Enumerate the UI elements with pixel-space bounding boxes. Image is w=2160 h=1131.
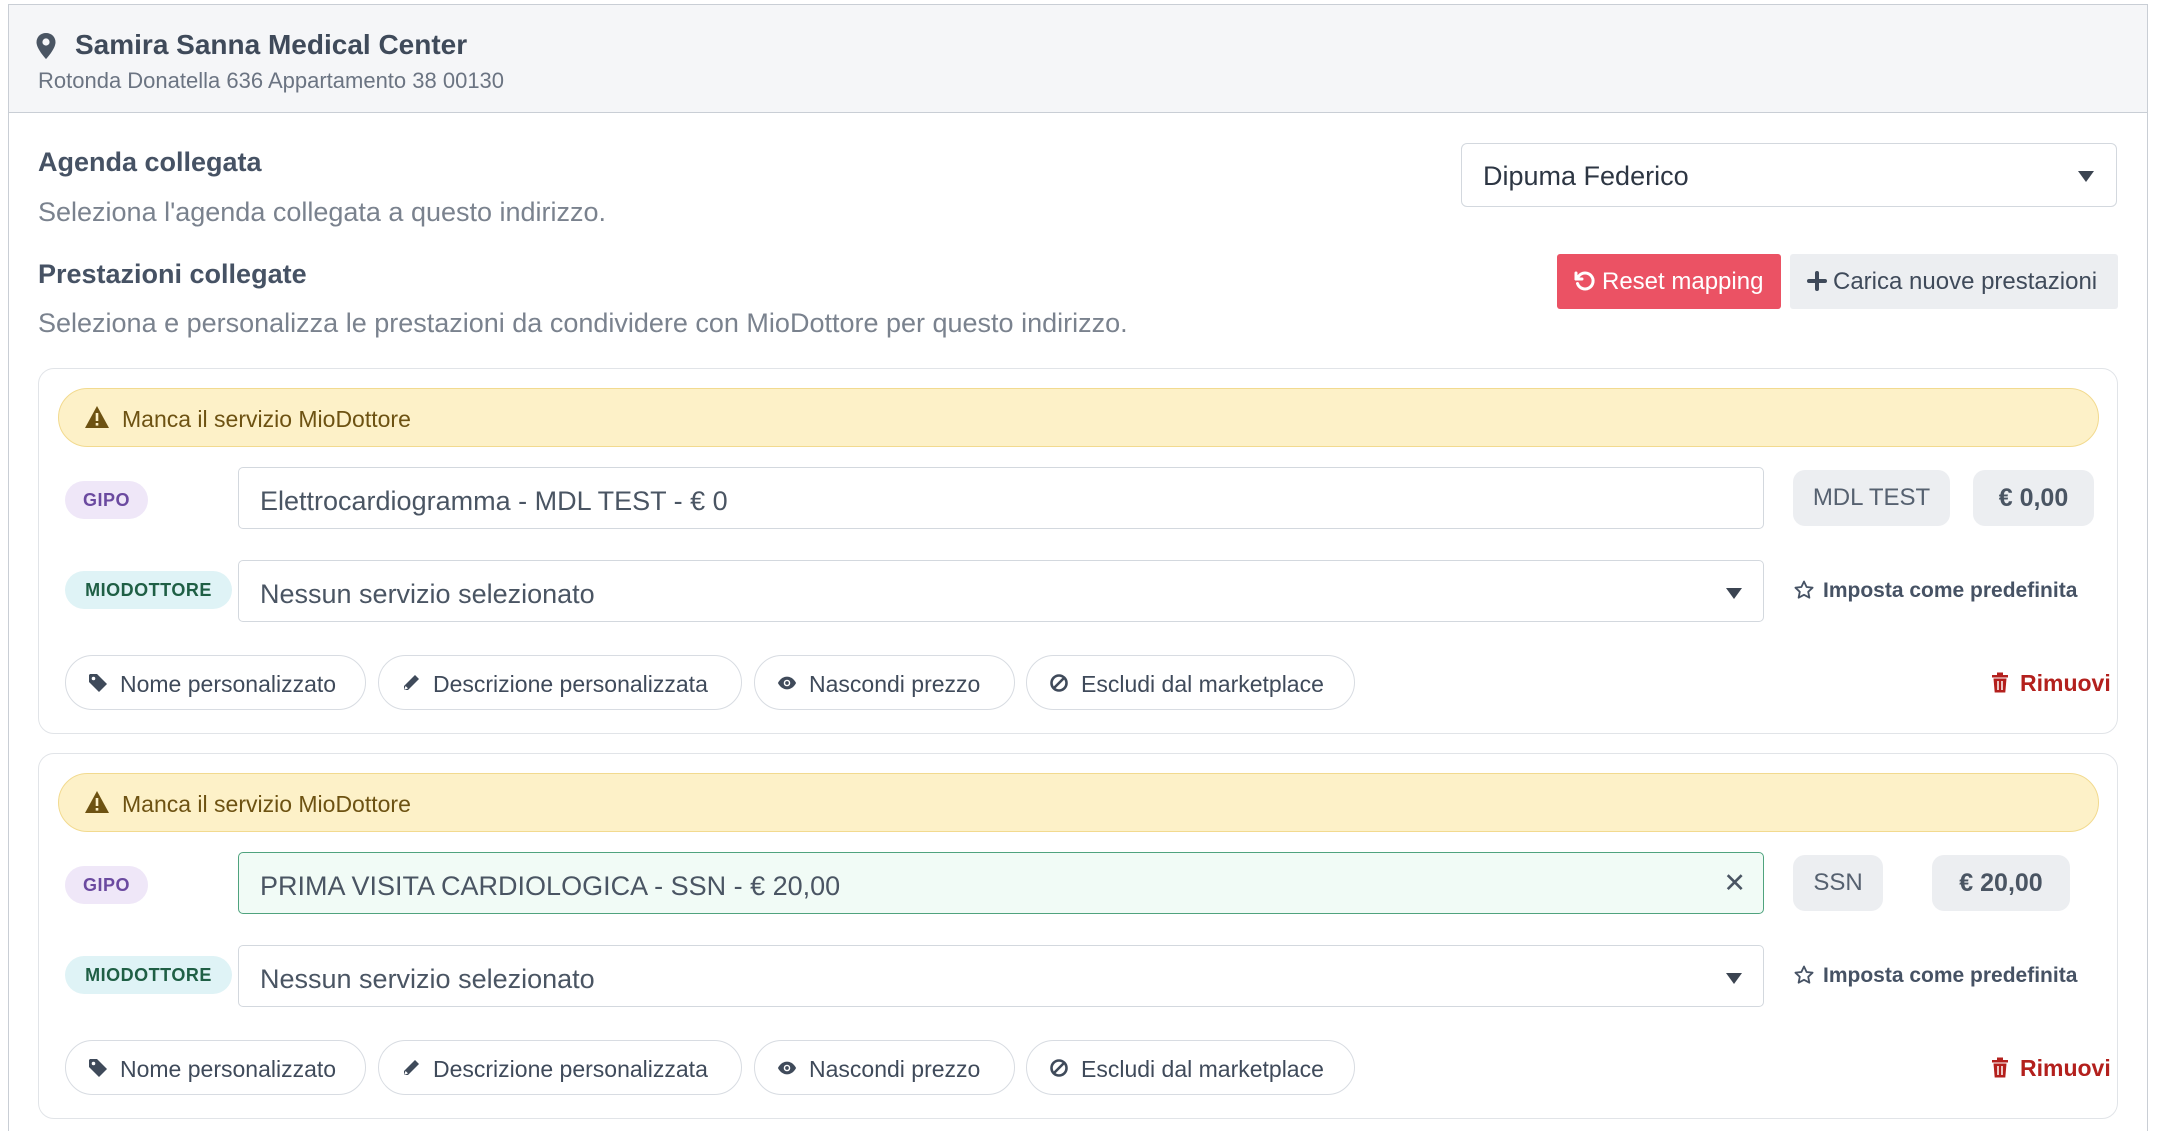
trash-icon <box>1992 1057 2008 1078</box>
remove-label: Rimuovi <box>2020 1055 2111 1081</box>
undo-icon <box>1574 271 1595 291</box>
gipo-badge: GIPO <box>65 481 148 519</box>
gipo-service-field[interactable]: PRIMA VISITA CARDIOLOGICA - SSN - € 20,0… <box>238 852 1764 914</box>
gipo-service-value: PRIMA VISITA CARDIOLOGICA - SSN - € 20,0… <box>260 871 841 901</box>
tag-icon <box>89 674 107 692</box>
chip-label: Escludi dal marketplace <box>1081 1056 1324 1082</box>
agenda-title: Agenda collegata <box>38 147 262 177</box>
tag-icon <box>89 1059 107 1077</box>
miodottore-badge: MIODOTTORE <box>65 571 232 609</box>
alert-text: Manca il servizio MioDottore <box>122 406 411 432</box>
address-header: Samira Sanna Medical Center Rotonda Dona… <box>9 5 2147 113</box>
prestazioni-title: Prestazioni collegate <box>38 259 307 289</box>
price-badge: € 20,00 <box>1932 855 2070 911</box>
gipo-service-field[interactable]: Elettrocardiogramma - MDL TEST - € 0 <box>238 467 1764 529</box>
map-marker-icon <box>36 33 56 59</box>
set-default-label: Imposta come predefinita <box>1823 579 2078 602</box>
chip-label: Descrizione personalizzata <box>433 671 708 697</box>
prestazioni-description: Seleziona e personalizza le prestazioni … <box>38 308 1128 338</box>
star-icon <box>1794 580 1814 599</box>
chip-label: Descrizione personalizzata <box>433 1056 708 1082</box>
custom-description-chip[interactable]: Descrizione personalizzata <box>378 1040 742 1095</box>
clear-icon[interactable]: ✕ <box>1723 868 1746 899</box>
miodottore-service-select[interactable]: Nessun servizio selezionato <box>238 560 1764 622</box>
set-default-label: Imposta come predefinita <box>1823 964 2078 987</box>
miodottore-badge: MIODOTTORE <box>65 956 232 994</box>
star-icon <box>1794 965 1814 984</box>
gipo-badge: GIPO <box>65 866 148 904</box>
chevron-down-icon <box>2078 171 2094 182</box>
ban-icon <box>1050 1059 1068 1077</box>
hide-price-chip[interactable]: Nascondi prezzo <box>754 655 1015 710</box>
miodottore-service-value: Nessun servizio selezionato <box>260 579 595 609</box>
agenda-description: Seleziona l'agenda collegata a questo in… <box>38 197 607 227</box>
reset-mapping-label: Reset mapping <box>1602 268 1764 295</box>
missing-service-alert: Manca il servizio MioDottore <box>58 388 2099 447</box>
service-card: Manca il servizio MioDottore GIPO Elettr… <box>38 368 2118 734</box>
price-badge: € 0,00 <box>1973 470 2094 526</box>
custom-description-chip[interactable]: Descrizione personalizzata <box>378 655 742 710</box>
service-card: Manca il servizio MioDottore GIPO PRIMA … <box>38 753 2118 1119</box>
load-services-button[interactable]: Carica nuove prestazioni <box>1790 254 2118 309</box>
gipo-service-value: Elettrocardiogramma - MDL TEST - € 0 <box>260 486 728 516</box>
tariff-badge: MDL TEST <box>1793 470 1950 526</box>
warning-icon <box>85 406 109 428</box>
clinic-address: Rotonda Donatella 636 Appartamento 38 00… <box>38 68 505 93</box>
load-services-label: Carica nuove prestazioni <box>1833 268 2098 295</box>
trash-icon <box>1992 672 2008 693</box>
custom-name-chip[interactable]: Nome personalizzato <box>65 655 366 710</box>
tariff-badge: SSN <box>1793 855 1883 911</box>
pencil-icon <box>404 1060 419 1075</box>
warning-icon <box>85 791 109 813</box>
eye-icon <box>777 676 797 690</box>
agenda-selected-value: Dipuma Federico <box>1483 161 1689 191</box>
chip-label: Nascondi prezzo <box>809 1056 981 1082</box>
exclude-marketplace-chip[interactable]: Escludi dal marketplace <box>1026 1040 1355 1095</box>
eye-icon <box>777 1061 797 1075</box>
chevron-down-icon <box>1726 973 1742 984</box>
plus-icon <box>1807 271 1827 291</box>
remove-label: Rimuovi <box>2020 670 2111 696</box>
pencil-icon <box>404 675 419 690</box>
agenda-select[interactable]: Dipuma Federico <box>1461 143 2117 207</box>
missing-service-alert: Manca il servizio MioDottore <box>58 773 2099 832</box>
chip-label: Escludi dal marketplace <box>1081 671 1324 697</box>
chip-label: Nascondi prezzo <box>809 671 981 697</box>
miodottore-service-select[interactable]: Nessun servizio selezionato <box>238 945 1764 1007</box>
exclude-marketplace-chip[interactable]: Escludi dal marketplace <box>1026 655 1355 710</box>
chip-label: Nome personalizzato <box>120 1056 337 1082</box>
reset-mapping-button[interactable]: Reset mapping <box>1557 254 1781 309</box>
miodottore-service-value: Nessun servizio selezionato <box>260 964 595 994</box>
custom-name-chip[interactable]: Nome personalizzato <box>65 1040 366 1095</box>
chevron-down-icon <box>1726 588 1742 599</box>
chip-label: Nome personalizzato <box>120 671 337 697</box>
clinic-name: Samira Sanna Medical Center <box>75 29 468 60</box>
address-panel: Samira Sanna Medical Center Rotonda Dona… <box>8 4 2148 1131</box>
alert-text: Manca il servizio MioDottore <box>122 791 411 817</box>
hide-price-chip[interactable]: Nascondi prezzo <box>754 1040 1015 1095</box>
ban-icon <box>1050 674 1068 692</box>
